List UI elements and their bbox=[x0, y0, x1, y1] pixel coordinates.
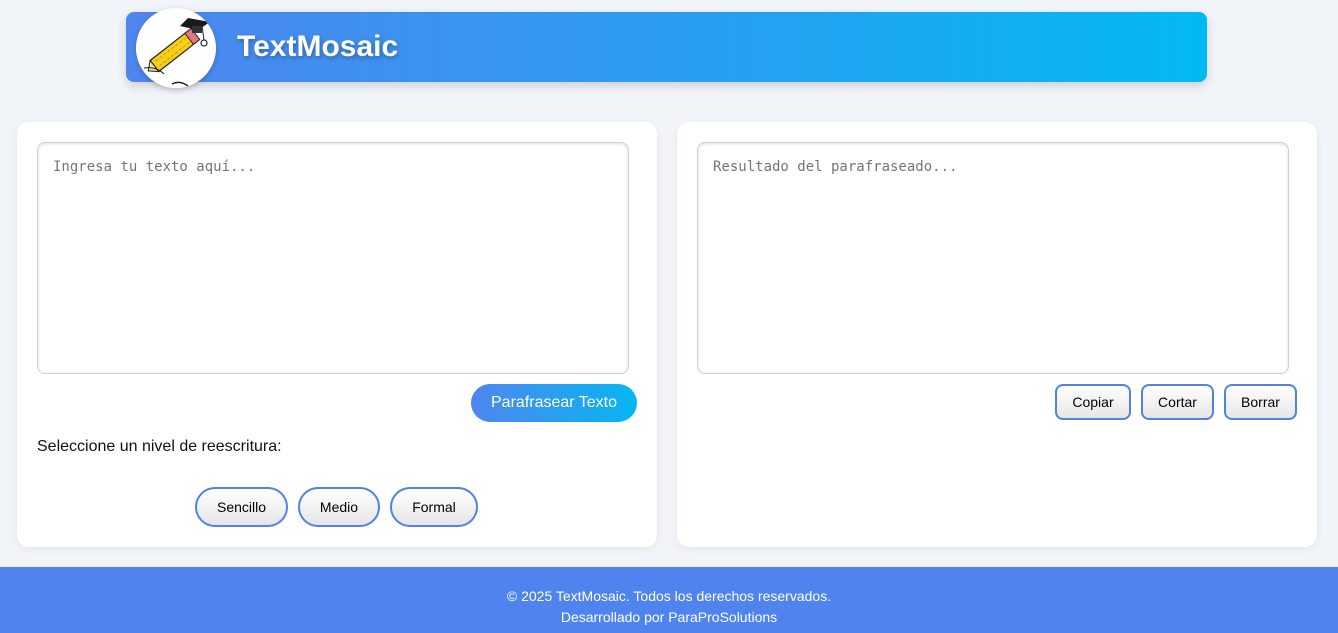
input-panel: Parafrasear Texto Seleccione un nivel de… bbox=[17, 122, 657, 547]
app-title: TextMosaic bbox=[237, 30, 399, 63]
footer-credit: Desarrollado por ParaProSolutions bbox=[560, 609, 778, 625]
output-panel: Copiar Cortar Borrar bbox=[677, 122, 1317, 547]
level-sencillo-button[interactable]: Sencillo bbox=[195, 487, 288, 527]
input-textarea[interactable] bbox=[37, 142, 629, 374]
paraphrase-button[interactable]: Parafrasear Texto bbox=[471, 384, 637, 422]
level-medio-button[interactable]: Medio bbox=[298, 487, 380, 527]
app-header: TextMosaic bbox=[126, 8, 1207, 88]
footer-copyright: © 2025 TextMosaic. Todos los derechos re… bbox=[506, 588, 832, 604]
footer: © 2025 TextMosaic. Todos los derechos re… bbox=[0, 567, 1338, 633]
level-formal-button[interactable]: Formal bbox=[390, 487, 478, 527]
output-textarea[interactable] bbox=[697, 142, 1289, 374]
logo bbox=[136, 8, 216, 88]
clear-button[interactable]: Borrar bbox=[1224, 384, 1297, 420]
level-label: Seleccione un nivel de reescritura: bbox=[37, 438, 282, 455]
copy-button[interactable]: Copiar bbox=[1055, 384, 1131, 420]
cut-button[interactable]: Cortar bbox=[1141, 384, 1214, 420]
pencil-graduation-cap-icon bbox=[136, 8, 216, 88]
